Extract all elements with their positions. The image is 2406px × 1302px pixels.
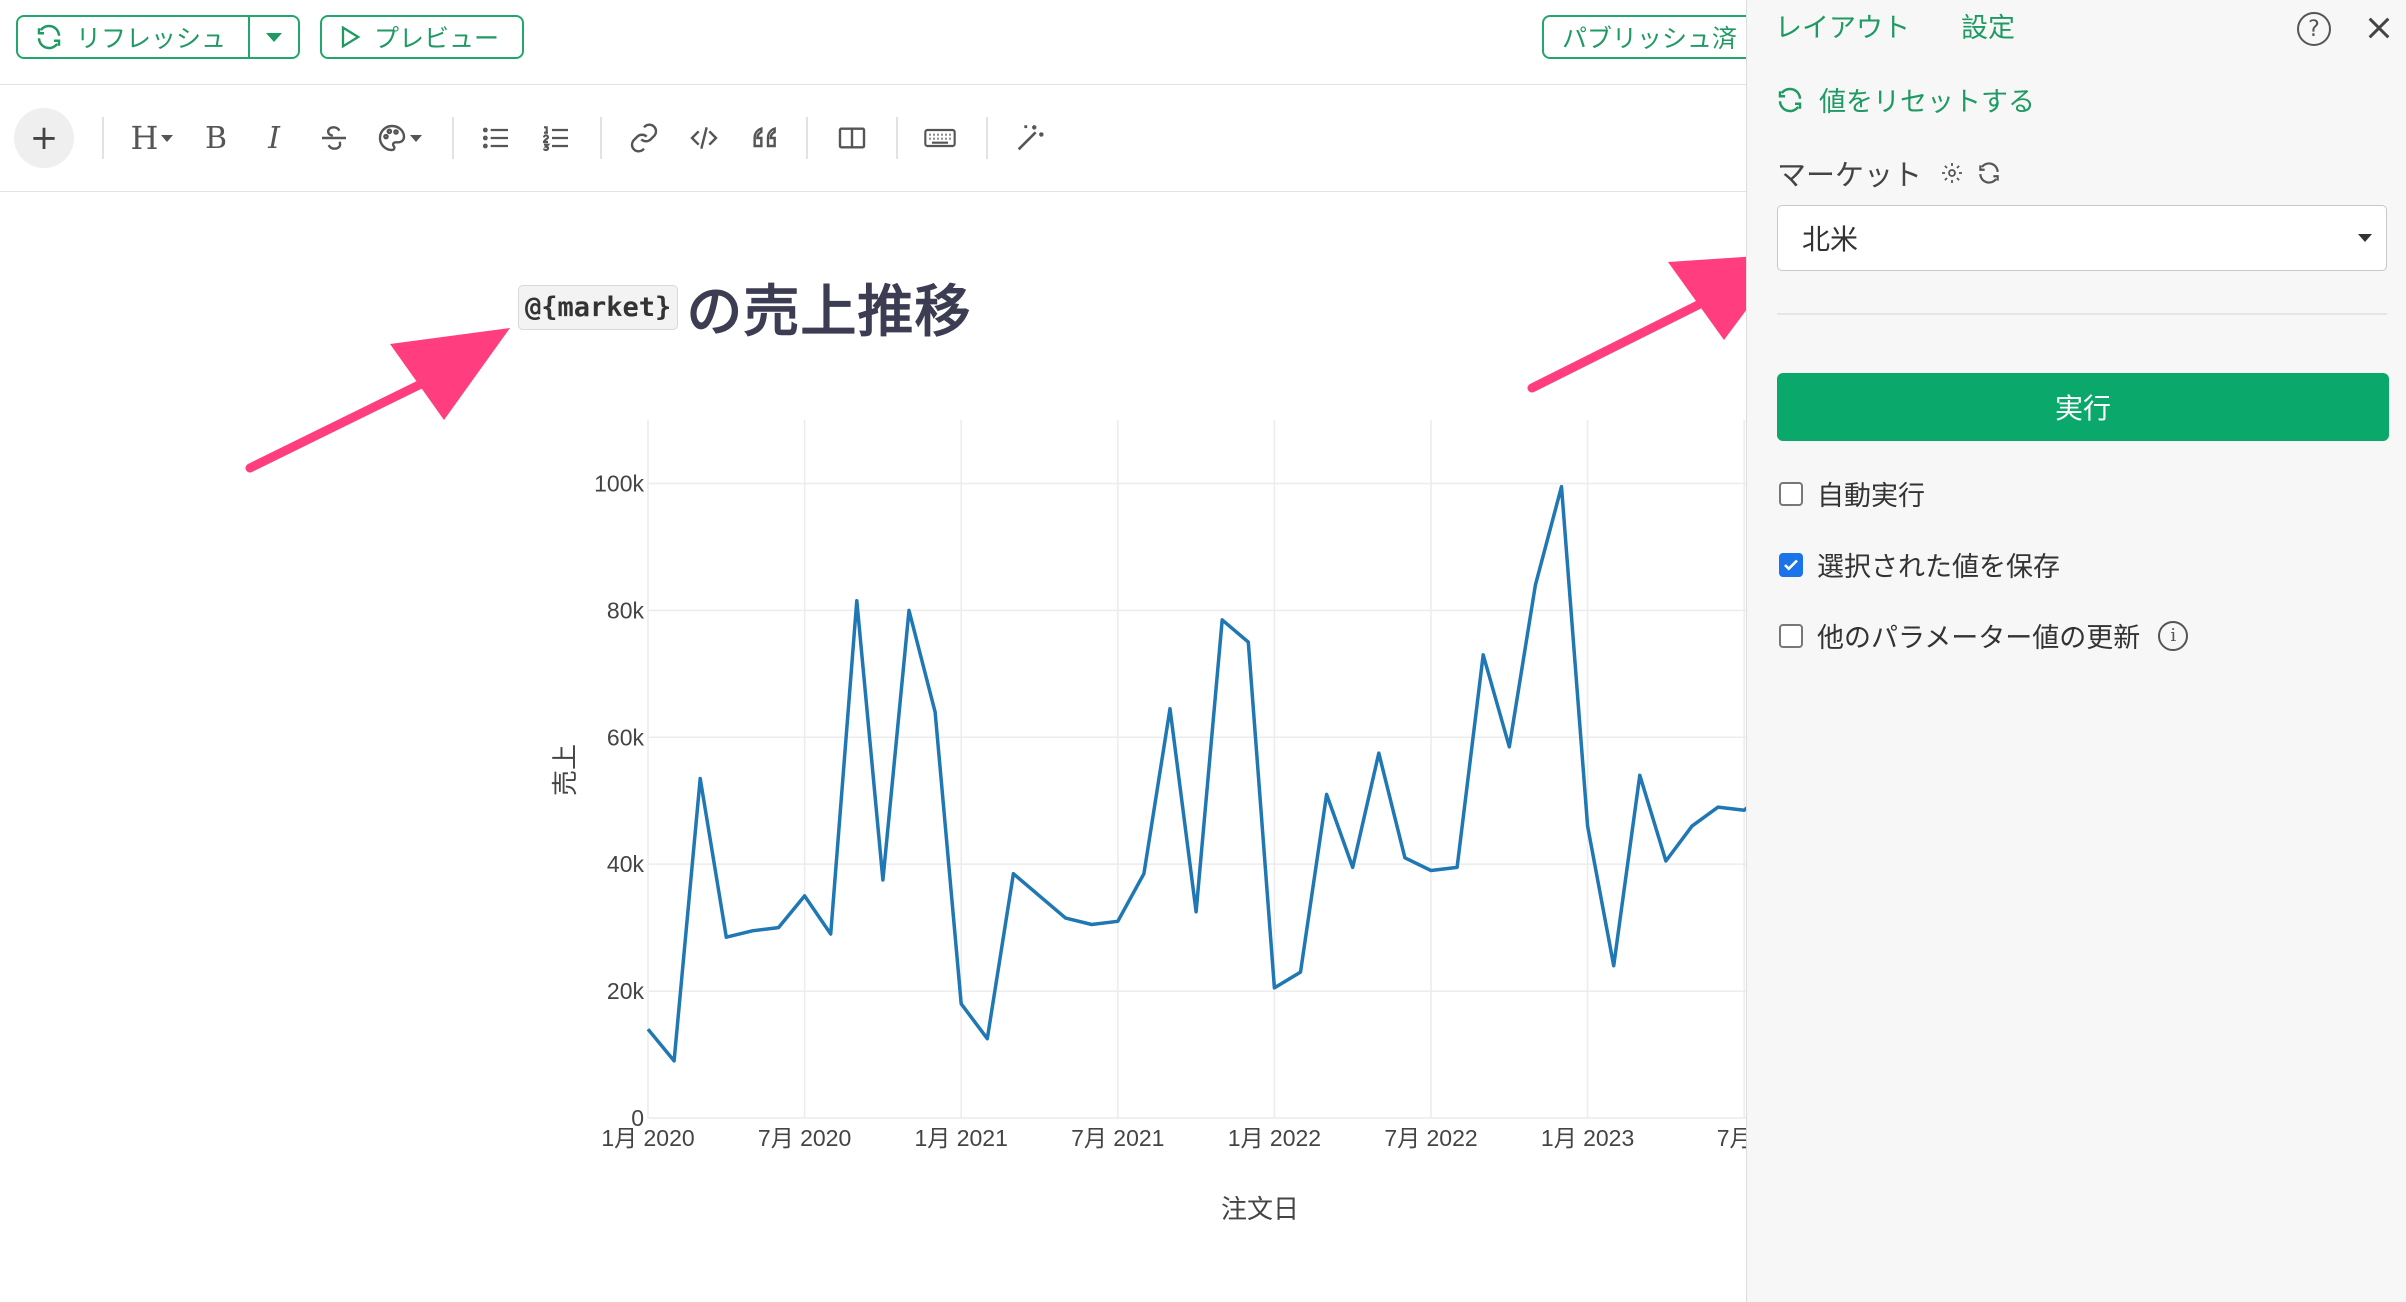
save-values-label: 選択された値を保存 bbox=[1817, 552, 2060, 583]
check-icon bbox=[1784, 559, 1798, 571]
tab-settings[interactable]: 設定 bbox=[1961, 6, 2015, 45]
x-tick-label: 1月 2023 bbox=[1541, 1125, 1634, 1151]
run-label: 実行 bbox=[2054, 392, 2111, 425]
x-axis-label: 注文日 bbox=[1221, 1194, 1299, 1224]
refresh-icon bbox=[1778, 87, 1802, 112]
x-tick-label: 1月 2020 bbox=[601, 1125, 694, 1151]
auto-run-checkbox[interactable] bbox=[1779, 481, 1803, 506]
sales-line-chart: 020k40k60k80k100k1月 2020 7月 2020 1月 2021 7月… bbox=[550, 420, 1746, 1224]
auto-run-label: 自動実行 bbox=[1817, 481, 1925, 512]
caret-down-icon bbox=[2358, 234, 2372, 242]
y-tick-label: 100k bbox=[594, 470, 644, 496]
help-icon: ? bbox=[2297, 12, 2331, 46]
parameter-panel: レイアウト 設定 ? 値をリセットする マーケット 北米 実行 自動実行 選択さ… bbox=[1746, 0, 2406, 1302]
help-button[interactable]: ? bbox=[2297, 12, 2331, 46]
auto-run-option: 自動実行 bbox=[1779, 474, 1925, 513]
divider bbox=[1777, 313, 2387, 315]
y-tick-label: 40k bbox=[607, 851, 645, 877]
market-select[interactable]: 北米 bbox=[1777, 205, 2387, 271]
close-icon bbox=[2368, 17, 2390, 39]
y-tick-label: 20k bbox=[607, 978, 645, 1004]
x-tick-label: 7月 2022 bbox=[1384, 1125, 1477, 1151]
y-axis-label: 売上 bbox=[550, 744, 580, 796]
close-button[interactable] bbox=[2363, 12, 2395, 48]
reset-values-button[interactable]: 値をリセットする bbox=[1775, 80, 2035, 119]
run-button[interactable]: 実行 bbox=[1777, 373, 2389, 441]
parameter-label-row: マーケット bbox=[1777, 152, 2002, 194]
info-button[interactable]: i bbox=[2158, 620, 2189, 651]
y-tick-label: 60k bbox=[607, 724, 645, 750]
tab-layout[interactable]: レイアウト bbox=[1775, 6, 1910, 45]
parameter-label: マーケット bbox=[1777, 158, 1923, 192]
save-values-checkbox[interactable] bbox=[1779, 552, 1803, 577]
save-values-option: 選択された値を保存 bbox=[1779, 545, 2060, 584]
update-params-checkbox[interactable] bbox=[1779, 623, 1803, 648]
chart-series bbox=[646, 484, 1746, 1063]
parameter-reload-button[interactable] bbox=[1976, 160, 2002, 186]
chart-ticks: 020k40k60k80k100k1月 2020 7月 2020 1月 2021 7月… bbox=[594, 470, 1746, 1151]
x-tick-label: 7月 2021 bbox=[1071, 1125, 1164, 1151]
update-params-option: 他のパラメーター値の更新 i bbox=[1779, 616, 2189, 655]
refresh-icon bbox=[1979, 162, 1999, 184]
x-tick-label: 7月 2 bbox=[1717, 1125, 1746, 1151]
parameter-settings-button[interactable] bbox=[1940, 161, 1964, 185]
info-icon: i bbox=[2158, 620, 2189, 651]
reset-values-label: 値をリセットする bbox=[1819, 87, 2035, 118]
market-select-value: 北米 bbox=[1802, 223, 1859, 256]
chart-gridlines bbox=[647, 420, 1746, 1119]
update-params-label: 他のパラメーター値の更新 bbox=[1817, 623, 2141, 654]
y-tick-label: 80k bbox=[607, 597, 645, 623]
x-tick-label: 1月 2022 bbox=[1228, 1125, 1321, 1151]
gear-icon bbox=[1942, 163, 1963, 183]
x-tick-label: 7月 2020 bbox=[758, 1125, 851, 1151]
series-line bbox=[646, 484, 1746, 1063]
x-tick-label: 1月 2021 bbox=[915, 1125, 1008, 1151]
